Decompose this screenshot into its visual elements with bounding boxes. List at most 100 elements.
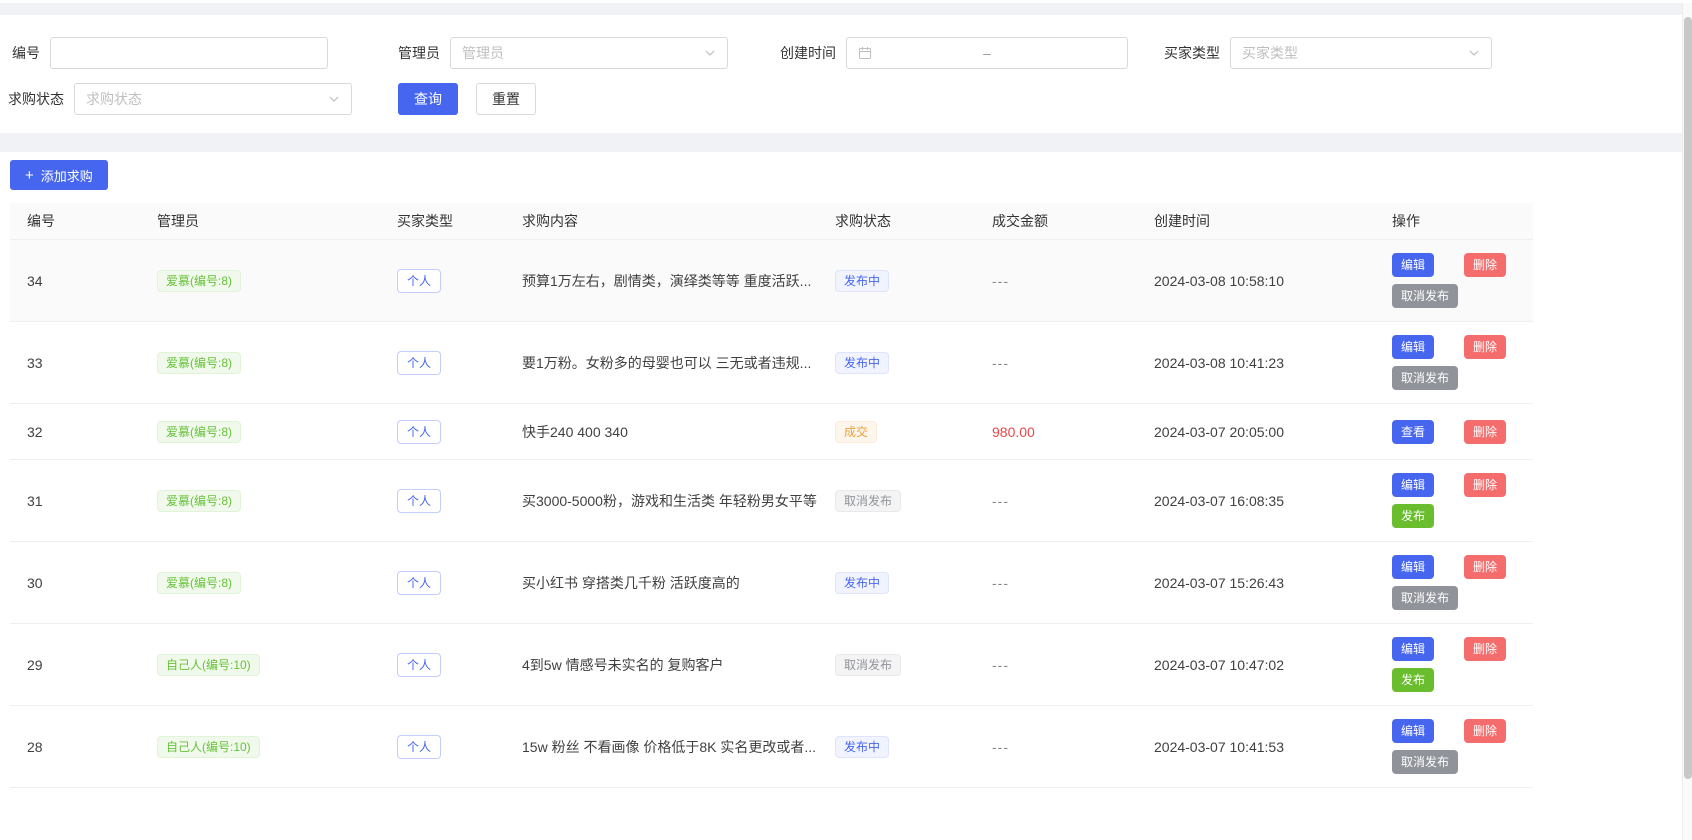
cancel-publish-button[interactable]: 取消发布 — [1392, 366, 1458, 390]
search-button[interactable]: 查询 — [398, 83, 458, 115]
col-header-actions: 操作 — [1375, 211, 1533, 231]
id-filter-label: 编号 — [12, 43, 40, 63]
cell-id: 31 — [10, 493, 140, 509]
action-line: 编辑 删除 — [1392, 473, 1533, 497]
edit-button[interactable]: 编辑 — [1392, 637, 1434, 661]
admin-select[interactable]: 管理员 — [450, 37, 728, 69]
status-tag: 发布中 — [835, 352, 889, 374]
cell-admin: 爱慕(编号:8) — [140, 572, 380, 594]
cell-status: 发布中 — [818, 270, 975, 292]
edit-button[interactable]: 编辑 — [1392, 719, 1434, 743]
publish-button[interactable]: 发布 — [1392, 504, 1434, 528]
amount-text: --- — [992, 273, 1009, 289]
action-line: 取消发布 — [1392, 284, 1533, 308]
purchase-table: 编号 管理员 买家类型 求购内容 求购状态 成交金额 创建时间 操作 34爱慕(… — [10, 203, 1533, 788]
chevron-down-icon — [328, 93, 340, 105]
buyer-type-tag: 个人 — [397, 735, 441, 759]
cancel-publish-button[interactable]: 取消发布 — [1392, 750, 1458, 774]
main-content: + 添加求购 编号 管理员 买家类型 求购内容 求购状态 成交金额 创建时间 操… — [0, 152, 1692, 788]
created-range-picker[interactable]: – — [846, 37, 1128, 69]
amount-text: --- — [992, 493, 1009, 509]
delete-button[interactable]: 删除 — [1464, 719, 1506, 743]
top-divider-bar — [0, 3, 1692, 15]
admin-tag: 爱慕(编号:8) — [157, 352, 241, 374]
admin-tag: 爱慕(编号:8) — [157, 572, 241, 594]
add-purchase-button[interactable]: + 添加求购 — [10, 160, 108, 190]
status-select-placeholder: 求购状态 — [86, 89, 142, 109]
delete-button[interactable]: 删除 — [1464, 555, 1506, 579]
col-header-status: 求购状态 — [818, 211, 975, 231]
admin-tag: 爱慕(编号:8) — [157, 490, 241, 512]
col-header-created: 创建时间 — [1137, 211, 1375, 231]
cell-buyer-type: 个人 — [380, 351, 505, 375]
publish-button[interactable]: 发布 — [1392, 668, 1434, 692]
delete-button[interactable]: 删除 — [1464, 335, 1506, 359]
cell-content: 15w 粉丝 不看画像 价格低于8K 实名更改或者... — [505, 737, 818, 757]
chevron-down-icon — [704, 47, 716, 59]
edit-button[interactable]: 编辑 — [1392, 473, 1434, 497]
cell-amount: --- — [975, 493, 1137, 509]
add-purchase-label: 添加求购 — [41, 166, 93, 185]
action-line: 取消发布 — [1392, 750, 1533, 774]
delete-button[interactable]: 删除 — [1464, 473, 1506, 497]
buyer-type-tag: 个人 — [397, 571, 441, 595]
cell-admin: 爱慕(编号:8) — [140, 421, 380, 443]
buyer-type-tag: 个人 — [397, 489, 441, 513]
edit-button[interactable]: 编辑 — [1392, 335, 1434, 359]
cell-actions: 查看 删除 — [1375, 420, 1533, 444]
cell-buyer-type: 个人 — [380, 653, 505, 677]
table-row: 34爱慕(编号:8)个人预算1万左右，剧情类，演绎类等等 重度活跃...发布中-… — [10, 239, 1533, 322]
filter-row-2: 求购状态 求购状态 查询 重置 — [12, 83, 1680, 115]
delete-button[interactable]: 删除 — [1464, 637, 1506, 661]
status-tag: 成交 — [835, 421, 877, 443]
cancel-publish-button[interactable]: 取消发布 — [1392, 284, 1458, 308]
date-range-separator: – — [872, 45, 1102, 61]
cancel-publish-button[interactable]: 取消发布 — [1392, 586, 1458, 610]
col-header-content: 求购内容 — [505, 211, 818, 231]
table-row: 29自己人(编号:10)个人4到5w 情感号未实名的 复购客户取消发布---20… — [10, 624, 1533, 706]
action-line: 编辑 删除 — [1392, 555, 1533, 579]
edit-button[interactable]: 编辑 — [1392, 555, 1434, 579]
cell-amount: --- — [975, 355, 1137, 371]
action-line: 取消发布 — [1392, 366, 1533, 390]
cell-content: 快手240 400 340 — [505, 422, 818, 442]
cell-content: 预算1万左右，剧情类，演绎类等等 重度活跃... — [505, 271, 818, 291]
cell-status: 取消发布 — [818, 654, 975, 676]
cell-actions: 编辑 删除取消发布 — [1375, 719, 1533, 774]
delete-button[interactable]: 删除 — [1464, 420, 1506, 444]
buyer-type-select-placeholder: 买家类型 — [1242, 43, 1298, 63]
cell-actions: 编辑 删除取消发布 — [1375, 555, 1533, 610]
cell-admin: 爱慕(编号:8) — [140, 490, 380, 512]
admin-select-placeholder: 管理员 — [462, 43, 504, 63]
reset-button[interactable]: 重置 — [476, 83, 536, 115]
status-filter-label: 求购状态 — [8, 89, 64, 109]
status-select[interactable]: 求购状态 — [74, 83, 352, 115]
delete-button[interactable]: 删除 — [1464, 253, 1506, 277]
cell-created: 2024-03-07 15:26:43 — [1137, 575, 1375, 591]
cell-created: 2024-03-07 16:08:35 — [1137, 493, 1375, 509]
amount-text: --- — [992, 575, 1009, 591]
buyer-type-tag: 个人 — [397, 269, 441, 293]
filter-panel: 编号 管理员 管理员 创建时间 — [0, 15, 1692, 133]
id-input[interactable] — [51, 38, 327, 68]
admin-tag: 爱慕(编号:8) — [157, 270, 241, 292]
cell-created: 2024-03-08 10:58:10 — [1137, 273, 1375, 289]
status-filter-group: 求购状态 求购状态 — [8, 83, 352, 115]
cell-created: 2024-03-07 10:41:53 — [1137, 739, 1375, 755]
table-row: 33爱慕(编号:8)个人要1万粉。女粉多的母婴也可以 三无或者违规...发布中-… — [10, 322, 1533, 404]
scrollbar-thumb[interactable] — [1684, 17, 1692, 779]
cell-actions: 编辑 删除取消发布 — [1375, 335, 1533, 390]
buyer-type-select[interactable]: 买家类型 — [1230, 37, 1492, 69]
cell-status: 发布中 — [818, 352, 975, 374]
table-header: 编号 管理员 买家类型 求购内容 求购状态 成交金额 创建时间 操作 — [10, 203, 1533, 239]
edit-button[interactable]: 编辑 — [1392, 253, 1434, 277]
view-button[interactable]: 查看 — [1392, 420, 1434, 444]
table-row: 31爱慕(编号:8)个人买3000-5000粉，游戏和生活类 年轻粉男女平等取消… — [10, 460, 1533, 542]
cell-buyer-type: 个人 — [380, 571, 505, 595]
table-row: 28自己人(编号:10)个人15w 粉丝 不看画像 价格低于8K 实名更改或者.… — [10, 706, 1533, 788]
buyer-type-tag: 个人 — [397, 653, 441, 677]
status-tag: 发布中 — [835, 270, 889, 292]
section-divider-band — [0, 133, 1692, 152]
cell-created: 2024-03-07 20:05:00 — [1137, 424, 1375, 440]
cell-content: 买3000-5000粉，游戏和生活类 年轻粉男女平等 — [505, 491, 818, 511]
